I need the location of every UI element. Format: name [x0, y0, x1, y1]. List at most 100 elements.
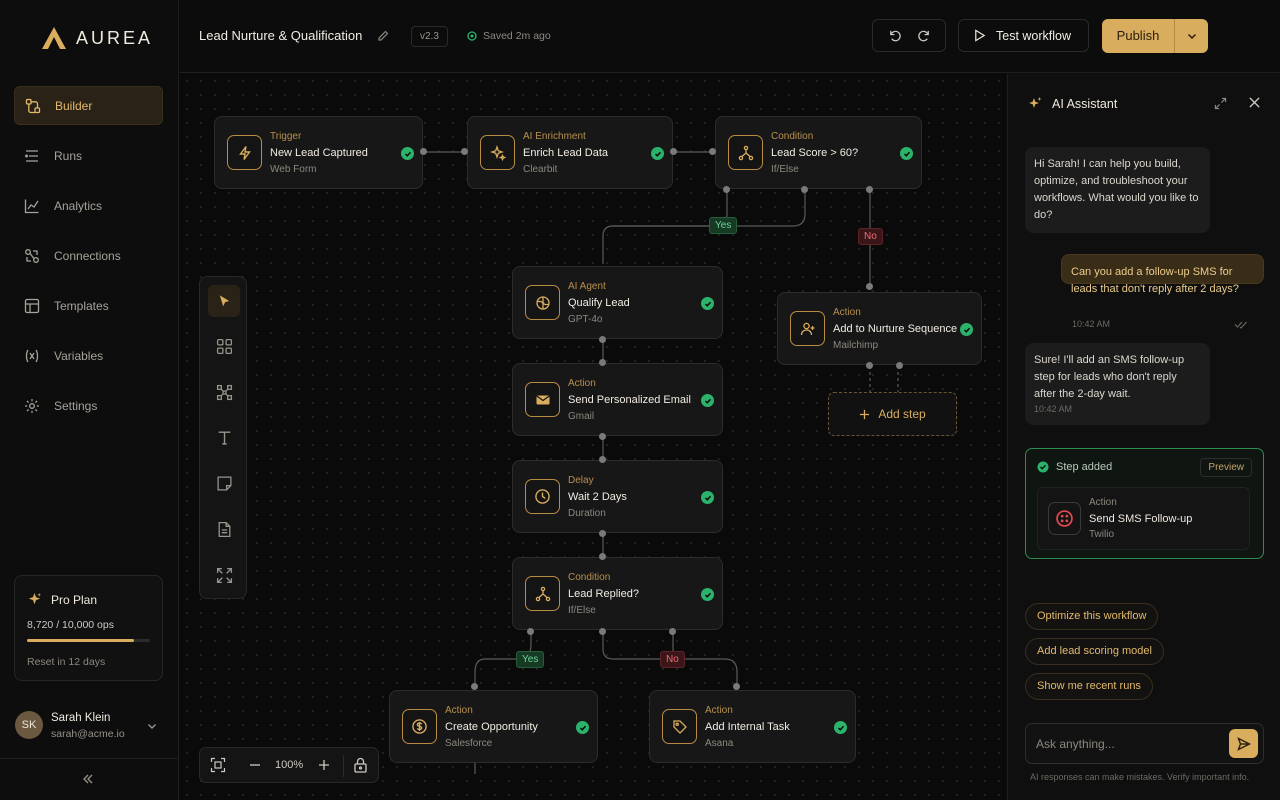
node-trigger[interactable]: Trigger New Lead Captured Web Form [214, 116, 423, 189]
sidebar-item-label: Variables [54, 348, 104, 363]
port[interactable] [723, 186, 730, 193]
sidebar-item-runs[interactable]: Runs [14, 136, 163, 175]
undo-icon[interactable] [887, 28, 902, 43]
node-type: AI Agent [568, 281, 606, 292]
check-icon [701, 588, 714, 601]
port[interactable] [461, 148, 468, 155]
port[interactable] [801, 186, 808, 193]
port[interactable] [527, 628, 534, 635]
port[interactable] [709, 148, 716, 155]
send-button[interactable] [1229, 729, 1258, 758]
workflow-title[interactable]: Lead Nurture & Qualification [199, 28, 362, 43]
ask-input[interactable] [1036, 734, 1216, 754]
node-icon [790, 311, 825, 346]
sidebar-item-variables[interactable]: Variables [14, 336, 163, 375]
port[interactable] [599, 456, 606, 463]
node-enrich[interactable]: AI Enrichment Enrich Lead Data Clearbit [467, 116, 673, 189]
node-delay[interactable]: Delay Wait 2 Days Duration [512, 460, 723, 533]
preview-button[interactable]: Preview [1200, 458, 1252, 477]
expand-icon[interactable] [1214, 97, 1227, 110]
node-title: Lead Replied? [568, 588, 639, 600]
port[interactable] [599, 628, 606, 635]
node-title: Send Personalized Email [568, 394, 691, 406]
port[interactable] [669, 628, 676, 635]
ai-assistant-panel: AI Assistant Hi Sarah! I can help you bu… [1007, 74, 1280, 800]
port[interactable] [866, 283, 873, 290]
lock-icon[interactable] [353, 757, 368, 773]
port[interactable] [599, 336, 606, 343]
focus-icon[interactable] [210, 757, 226, 773]
fit-view-tool[interactable] [208, 559, 240, 591]
plan-card[interactable]: Pro Plan 8,720 / 10,000 ops Reset in 12 … [14, 575, 163, 681]
node-type: AI Enrichment [523, 131, 586, 142]
node-icon [525, 576, 560, 611]
suggestion-chip[interactable]: Show me recent runs [1025, 673, 1153, 700]
grid-tool[interactable] [208, 330, 240, 362]
sidebar-item-analytics[interactable]: Analytics [14, 186, 163, 225]
port[interactable] [866, 186, 873, 193]
suggestion-chip[interactable]: Add lead scoring model [1025, 638, 1164, 665]
node-send-email[interactable]: Action Send Personalized Email Gmail [512, 363, 723, 436]
close-icon[interactable] [1248, 96, 1261, 109]
collapse-sidebar-icon[interactable] [81, 772, 95, 786]
sidebar-item-builder[interactable]: Builder [14, 86, 163, 125]
step-added-status: Step added [1037, 461, 1112, 473]
note-tool[interactable] [208, 467, 240, 499]
sidebar-item-label: Builder [55, 98, 93, 113]
connect-tool[interactable] [208, 376, 240, 408]
port[interactable] [420, 148, 427, 155]
port[interactable] [670, 148, 677, 155]
brand-logo[interactable]: AUREA [40, 26, 153, 50]
node-ai-agent[interactable]: AI Agent Qualify Lead GPT-4o [512, 266, 723, 339]
variables-icon [25, 349, 39, 362]
plan-usage-fill [27, 639, 135, 642]
workflow-canvas[interactable]: Trigger New Lead Captured Web Form AI En… [180, 74, 1006, 800]
port[interactable] [599, 553, 606, 560]
plan-name: Pro Plan [51, 592, 98, 607]
dollar-icon [412, 719, 427, 734]
zoom-out-icon[interactable] [248, 757, 262, 773]
publish-label[interactable]: Publish [1102, 19, 1175, 53]
port[interactable] [733, 683, 740, 690]
port[interactable] [866, 362, 873, 369]
text-tool[interactable] [208, 421, 240, 453]
port[interactable] [599, 530, 606, 537]
redo-icon[interactable] [917, 28, 932, 43]
sparkle-icon [28, 592, 42, 605]
port[interactable] [599, 433, 606, 440]
user-menu[interactable]: SK Sarah Klein sarah@acme.io [15, 711, 165, 741]
message-time: 10:42 AM [1072, 319, 1111, 329]
sparkle-icon [1029, 97, 1042, 108]
add-step-button[interactable]: Add step [828, 392, 957, 436]
sidebar-item-settings[interactable]: Settings [14, 386, 163, 425]
chevron-down-icon[interactable] [146, 720, 158, 732]
expand-icon [216, 567, 232, 583]
publish-options[interactable] [1175, 30, 1208, 42]
suggestion-chip[interactable]: Optimize this workflow [1025, 603, 1159, 630]
sidebar-item-templates[interactable]: Templates [14, 286, 163, 325]
branch-yes-badge: Yes [516, 651, 545, 668]
document-icon [218, 521, 230, 537]
port[interactable] [896, 362, 903, 369]
node-title: Send SMS Follow-up [1089, 513, 1193, 525]
node-title: Add to Nurture Sequence [833, 323, 958, 335]
publish-button[interactable]: Publish [1102, 19, 1208, 53]
step-added-card[interactable]: Step added Preview Action Send SMS Follo… [1025, 448, 1264, 559]
node-internal-task[interactable]: Action Add Internal Task Asana [649, 690, 856, 763]
node-condition-replied[interactable]: Condition Lead Replied? If/Else [512, 557, 723, 630]
zoom-level: 100% [275, 759, 304, 771]
sidebar-item-label: Settings [54, 398, 98, 413]
select-tool[interactable] [208, 285, 240, 317]
pencil-icon[interactable] [377, 30, 389, 42]
lightning-icon [238, 145, 251, 160]
document-tool[interactable] [208, 513, 240, 545]
port[interactable] [599, 359, 606, 366]
node-create-opportunity[interactable]: Action Create Opportunity Salesforce [389, 690, 598, 763]
zoom-in-icon[interactable] [317, 757, 331, 773]
sticky-note-icon [216, 475, 232, 491]
node-condition-lead-score[interactable]: Condition Lead Score > 60? If/Else [715, 116, 922, 189]
test-workflow-button[interactable]: Test workflow [958, 19, 1089, 52]
sidebar-item-connections[interactable]: Connections [14, 236, 163, 275]
port[interactable] [471, 683, 478, 690]
node-nurture[interactable]: Action Add to Nurture Sequence Mailchimp [777, 292, 982, 365]
